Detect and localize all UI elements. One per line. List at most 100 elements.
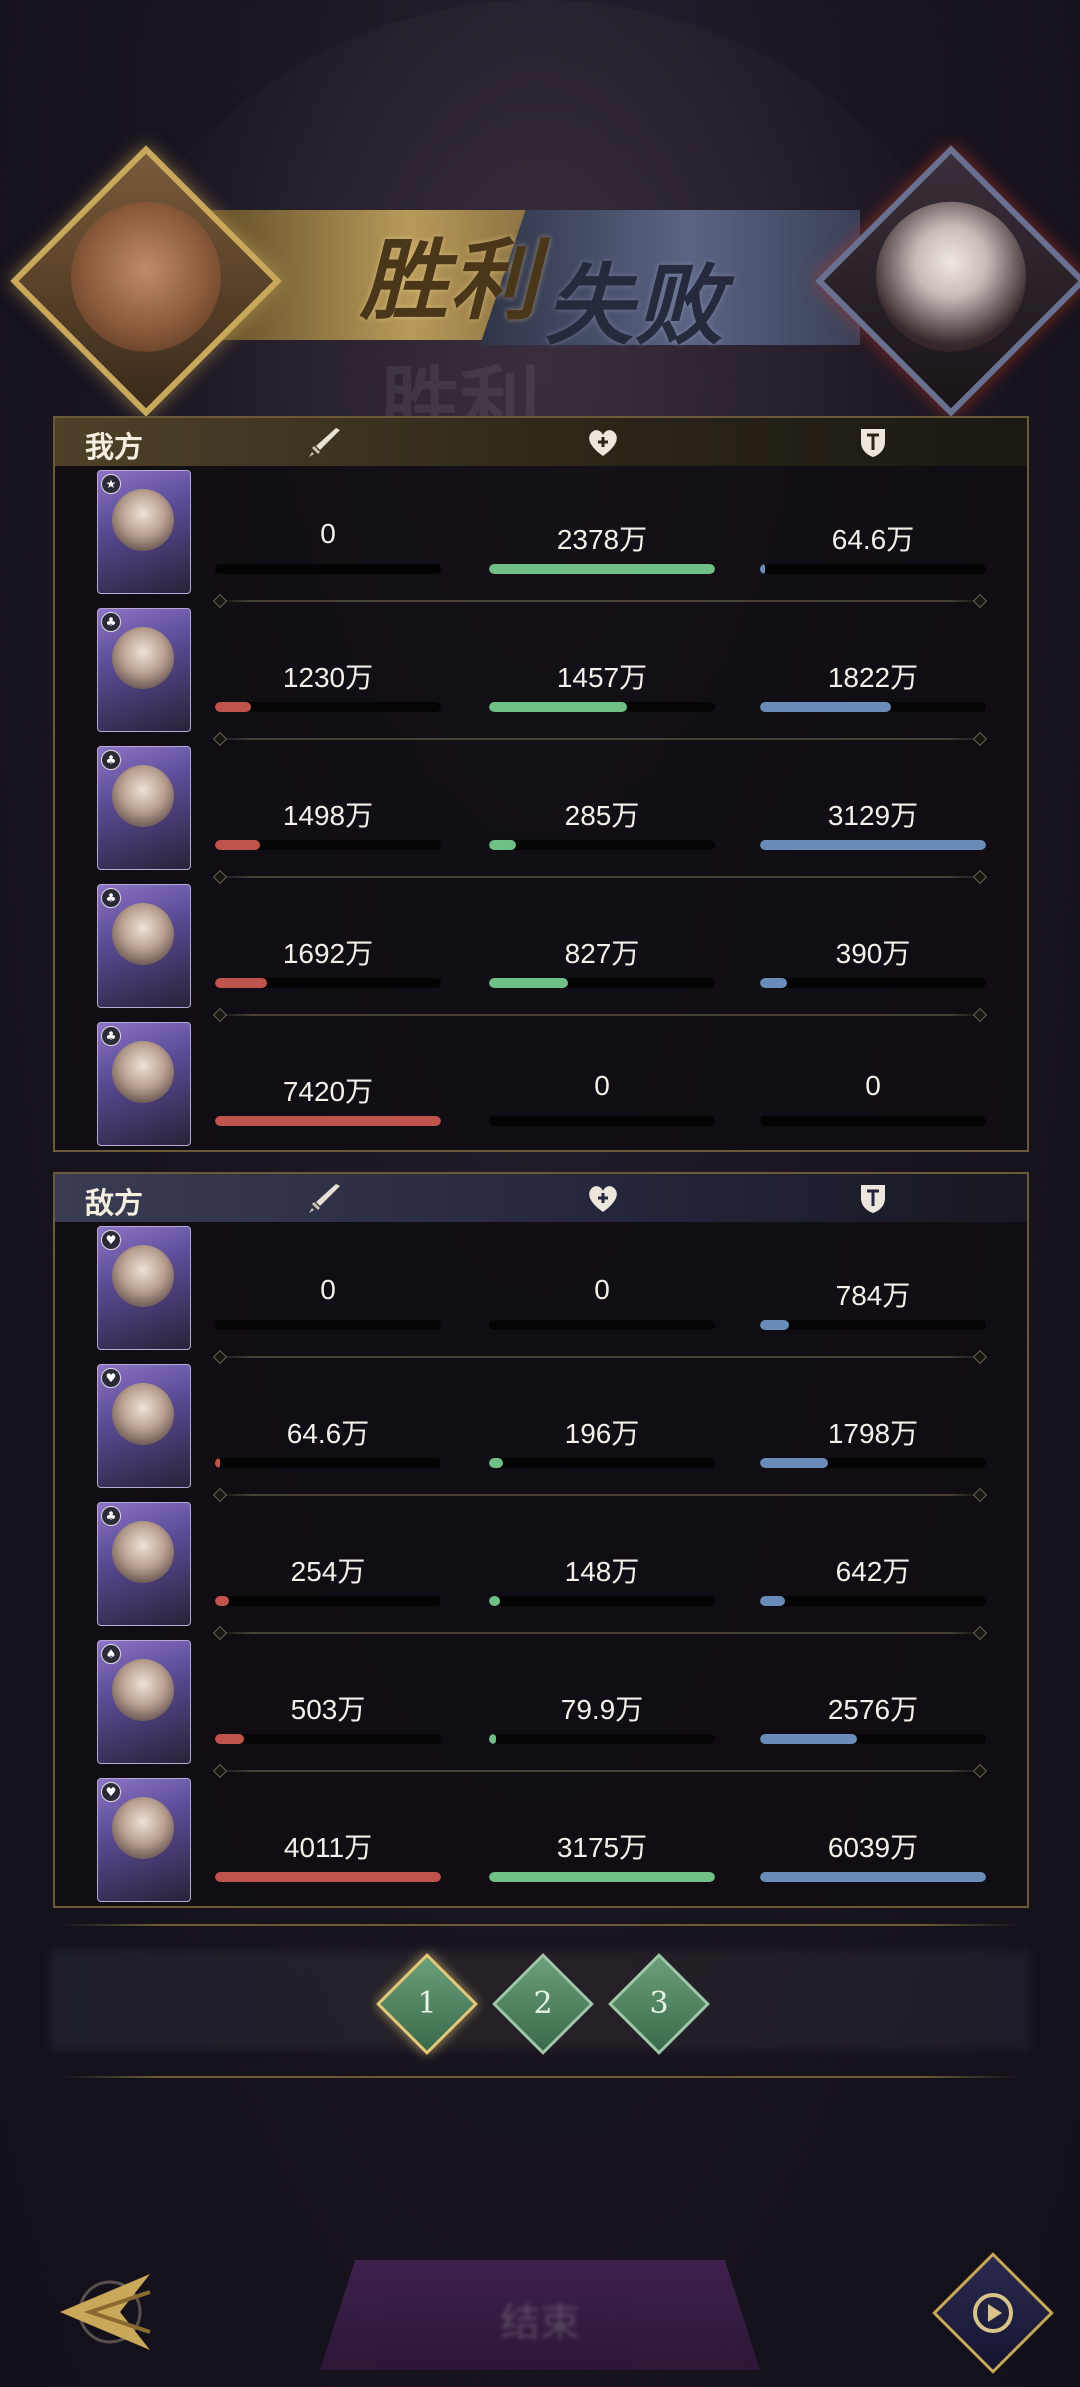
damage-stat: 0 <box>215 518 441 578</box>
enemy-row[interactable]: ♥ 0 0 784万 <box>55 1226 1027 1364</box>
hero-portrait <box>112 1521 174 1583</box>
ally-row[interactable]: ♣ 1498万 285万 3129万 <box>55 746 1027 884</box>
healing-bar-track <box>489 1872 715 1882</box>
healing-bar <box>489 978 569 988</box>
damage-bar-track <box>215 1734 441 1744</box>
defense-value: 784万 <box>835 1280 911 1311</box>
hero-card[interactable]: ♣ <box>97 1502 191 1626</box>
enemy-row[interactable]: ♣ 254万 148万 642万 <box>55 1502 1027 1640</box>
ally-row[interactable]: ★ 0 2378万 64.6万 <box>55 470 1027 608</box>
damage-stat: 0 <box>215 1274 441 1334</box>
confirm-button[interactable]: 结束 <box>320 2260 760 2370</box>
hero-card[interactable]: ♥ <box>97 1226 191 1350</box>
defense-bar-track <box>760 978 986 988</box>
enemy-row[interactable]: ♠ 503万 79.9万 2576万 <box>55 1640 1027 1778</box>
ally-row[interactable]: ♣ 7420万 0 0 <box>55 1022 1027 1160</box>
hero-card[interactable]: ♣ <box>97 884 191 1008</box>
defense-bar <box>760 840 986 850</box>
hero-portrait <box>112 489 174 551</box>
ally-row[interactable]: ♣ 1692万 827万 390万 <box>55 884 1027 1022</box>
healing-value: 79.9万 <box>560 1694 644 1725</box>
healing-value: 196万 <box>564 1418 640 1449</box>
healing-value: 2378万 <box>556 524 648 555</box>
ally-header: 我方 <box>55 418 1027 466</box>
ally-leader-frame[interactable] <box>10 145 282 417</box>
hero-card[interactable]: ♣ <box>97 608 191 732</box>
hero-card[interactable]: ♥ <box>97 1778 191 1902</box>
damage-value: 0 <box>320 1274 336 1305</box>
healing-bar <box>489 702 627 712</box>
defense-bar <box>760 1596 785 1606</box>
healing-stat: 79.9万 <box>489 1688 715 1748</box>
damage-value: 503万 <box>290 1694 366 1725</box>
healing-bar <box>489 1872 715 1882</box>
healing-value: 827万 <box>564 938 640 969</box>
page-label: 2 <box>533 1986 553 2021</box>
heart-badge-icon: ♥ <box>101 1782 121 1802</box>
row-divider <box>215 876 985 878</box>
healing-stat: 827万 <box>489 932 715 992</box>
healing-stat: 0 <box>489 1274 715 1334</box>
hero-portrait <box>112 765 174 827</box>
hero-portrait <box>112 903 174 965</box>
healing-value: 3175万 <box>556 1832 648 1863</box>
defense-stat: 0 <box>760 1070 986 1130</box>
hero-card[interactable]: ♣ <box>97 746 191 870</box>
hero-card[interactable]: ♣ <box>97 1022 191 1146</box>
damage-value: 1498万 <box>282 800 374 831</box>
enemy-row[interactable]: ♥ 64.6万 196万 1798万 <box>55 1364 1027 1502</box>
damage-value: 4011万 <box>283 1832 373 1863</box>
hero-portrait <box>112 1659 174 1721</box>
club-badge-icon: ♣ <box>101 1506 121 1526</box>
back-button[interactable] <box>50 2262 160 2362</box>
replay-button[interactable] <box>932 2252 1054 2374</box>
hero-card[interactable]: ★ <box>97 470 191 594</box>
shield-icon <box>853 423 893 461</box>
hero-portrait <box>112 1383 174 1445</box>
damage-bar-track <box>215 702 441 712</box>
healing-bar-track <box>489 840 715 850</box>
healing-value: 0 <box>594 1070 610 1101</box>
heart-icon <box>583 1179 623 1217</box>
healing-bar-track <box>489 1320 715 1330</box>
damage-bar-track <box>215 840 441 850</box>
white-haired-lady-portrait-icon <box>876 201 1026 352</box>
victory-text: 胜利 <box>360 228 541 332</box>
healing-stat: 285万 <box>489 794 715 854</box>
healing-bar <box>489 564 715 574</box>
hero-card[interactable]: ♠ <box>97 1640 191 1764</box>
page-label: 3 <box>649 1986 669 2021</box>
healing-bar <box>489 1458 503 1468</box>
defense-bar-track <box>760 1320 986 1330</box>
result-banner: 胜利 失败 <box>0 145 1080 417</box>
healing-bar <box>489 1596 501 1606</box>
heart-badge-icon: ♥ <box>101 1230 121 1250</box>
defense-stat: 3129万 <box>760 794 986 854</box>
defense-stat: 1822万 <box>760 656 986 716</box>
ally-label: 我方 <box>85 430 144 464</box>
defense-value: 6039万 <box>827 1832 919 1863</box>
star-badge-icon: ★ <box>101 474 121 494</box>
damage-value: 1230万 <box>282 662 374 693</box>
damage-bar-track <box>215 978 441 988</box>
damage-bar <box>215 1458 220 1468</box>
enemy-header: 敌方 <box>55 1174 1027 1222</box>
damage-bar <box>215 978 267 988</box>
defense-stat: 784万 <box>760 1274 986 1334</box>
enemy-leader-frame[interactable] <box>815 145 1080 417</box>
healing-bar-track <box>489 1458 715 1468</box>
damage-value: 0 <box>320 518 336 549</box>
damage-bar-track <box>215 564 441 574</box>
healing-stat: 2378万 <box>489 518 715 578</box>
damage-stat: 7420万 <box>215 1070 441 1130</box>
defeat-text: 失败 <box>545 253 726 357</box>
damage-stat: 1498万 <box>215 794 441 854</box>
damage-bar <box>215 702 252 712</box>
healing-bar-track <box>489 1734 715 1744</box>
enemy-row[interactable]: ♥ 4011万 3175万 6039万 <box>55 1778 1027 1916</box>
hero-card[interactable]: ♥ <box>97 1364 191 1488</box>
healing-value: 0 <box>594 1274 610 1305</box>
ally-row[interactable]: ♣ 1230万 1457万 1822万 <box>55 608 1027 746</box>
defense-value: 1822万 <box>827 662 919 693</box>
club-badge-icon: ♣ <box>101 888 121 908</box>
